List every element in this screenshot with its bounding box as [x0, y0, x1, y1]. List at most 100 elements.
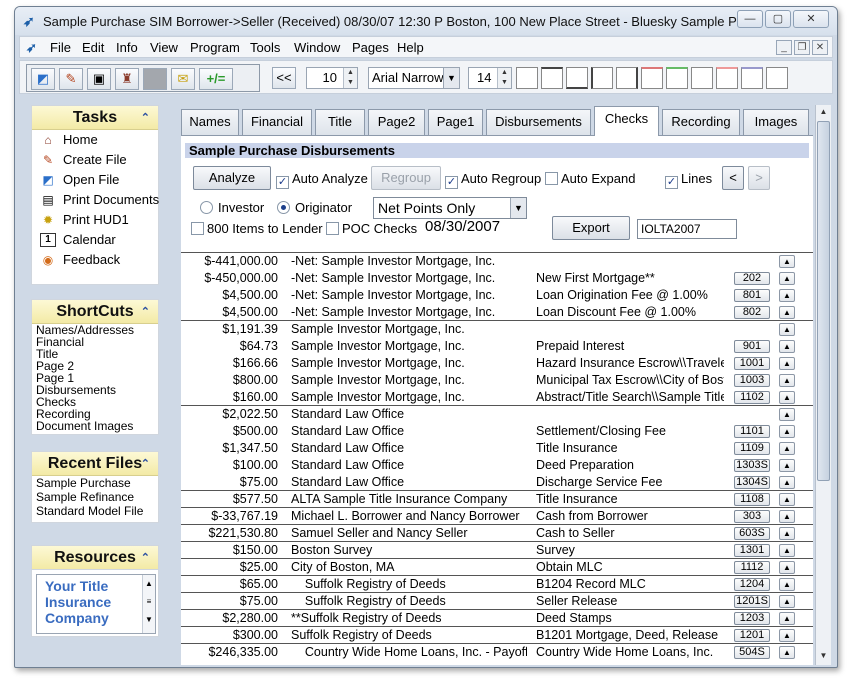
scroll-thumb[interactable] [817, 121, 830, 481]
regroup-button[interactable]: Regroup [371, 166, 441, 190]
border-blue-icon[interactable] [741, 67, 763, 89]
border-green-icon[interactable] [666, 67, 688, 89]
tasks-header[interactable]: Tasks ⌃ [32, 106, 158, 130]
ledger-row[interactable]: $64.73 Sample Investor Mortgage, Inc. Prep… [181, 338, 813, 355]
task-create-file[interactable]: ✎ Create File [32, 150, 158, 170]
border-left-icon[interactable] [591, 67, 613, 89]
ledger-row[interactable]: $577.50 ALTA Sample Title Insurance Compa… [181, 491, 813, 508]
recent-files-header[interactable]: Recent Files ⌃ [32, 452, 158, 476]
document-menu-icon[interactable]: ➶ [26, 40, 37, 56]
move-up-icon[interactable]: ▲ [779, 442, 795, 455]
create-file-icon[interactable]: ✎ [59, 68, 83, 90]
line-code-button[interactable]: 202 [734, 272, 770, 285]
line-code-button[interactable]: 1201 [734, 629, 770, 642]
menu-file[interactable]: File [50, 40, 71, 55]
move-up-icon[interactable]: ▲ [779, 272, 795, 285]
line-code-button[interactable]: 1102 [734, 391, 770, 404]
move-up-icon[interactable]: ▲ [779, 578, 795, 591]
ledger-row[interactable]: $2,022.50 Standard Law Office ▲ [181, 406, 813, 423]
collapse-icon[interactable]: ⌃ [141, 106, 150, 130]
line-code-button[interactable]: 603S [734, 527, 770, 540]
plus-equals-icon[interactable]: +/= [199, 68, 233, 90]
auto-regroup-checkbox[interactable]: ✓ Auto Regroup [445, 171, 541, 189]
gray-block-icon[interactable] [143, 68, 167, 90]
task-open-file[interactable]: ◩ Open File [32, 170, 158, 190]
previous-button[interactable]: < [722, 166, 744, 190]
task-feedback[interactable]: ◉ Feedback [32, 250, 158, 270]
line-code-button[interactable]: 802 [734, 306, 770, 319]
recent-file-item[interactable]: Sample Purchase [32, 476, 158, 490]
previous-page-button[interactable]: << [272, 67, 296, 89]
ledger-row[interactable]: $2,280.00 **Suffolk Registry of Deeds Deed… [181, 610, 813, 627]
task-print-hud1[interactable]: ✹ Print HUD1 [32, 210, 158, 230]
resources-listbox[interactable]: Your Title Insurance Company ▲ ≡ ▼ [36, 574, 156, 634]
task-calendar[interactable]: 1 Calendar [32, 230, 158, 250]
tab-page1[interactable]: Page1 [428, 109, 483, 135]
tab-financial[interactable]: Financial [242, 109, 312, 135]
move-up-icon[interactable]: ▲ [779, 408, 795, 421]
font-size-spinner[interactable]: 14 ▲ ▼ [468, 67, 512, 89]
auto-expand-checkbox[interactable]: Auto Expand [545, 171, 635, 187]
mdi-restore-button[interactable]: ❐ [794, 40, 810, 55]
tab-recording[interactable]: Recording [662, 109, 740, 135]
move-up-icon[interactable]: ▲ [779, 612, 795, 625]
ledger-row[interactable]: $160.00 Sample Investor Mortgage, Inc. Abs… [181, 389, 813, 406]
move-up-icon[interactable]: ▲ [779, 357, 795, 370]
menu-program[interactable]: Program [190, 40, 240, 55]
border-right-icon[interactable] [616, 67, 638, 89]
border-plain-icon[interactable] [691, 67, 713, 89]
binoculars-icon[interactable]: ♜ [115, 68, 139, 90]
task-print-documents[interactable]: ▤ Print Documents [32, 190, 159, 210]
recent-file-item[interactable]: Sample Refinance [32, 490, 158, 504]
line-code-button[interactable]: 1303S [734, 459, 770, 472]
minimize-button[interactable]: — [737, 10, 763, 28]
move-up-icon[interactable]: ▲ [779, 255, 795, 268]
collapse-icon[interactable]: ⌃ [141, 452, 150, 476]
tab-images[interactable]: Images [743, 109, 809, 135]
line-code-button[interactable]: 1001 [734, 357, 770, 370]
ledger-row[interactable]: $246,335.00 Country Wide Home Loans, Inc… [181, 644, 813, 661]
ledger-row[interactable]: $1,191.39 Sample Investor Mortgage, Inc. ▲ [181, 321, 813, 338]
title-bar[interactable]: ➶ Sample Purchase SIM Borrower->Seller (… [15, 7, 837, 35]
menu-info[interactable]: Info [116, 40, 138, 55]
line-code-button[interactable]: 1201S [734, 595, 770, 608]
tab-disbursements[interactable]: Disbursements [486, 109, 591, 135]
line-code-button[interactable]: 1204 [734, 578, 770, 591]
menu-pages[interactable]: Pages [352, 40, 389, 55]
next-button[interactable]: > [748, 166, 770, 190]
move-up-icon[interactable]: ▲ [779, 391, 795, 404]
export-button[interactable]: Export [552, 216, 630, 240]
account-field[interactable]: IOLTA2007 [637, 219, 737, 239]
note-icon[interactable]: ✉ [171, 68, 195, 90]
border-none-icon[interactable] [516, 67, 538, 89]
line-code-button[interactable]: 1112 [734, 561, 770, 574]
ledger-row[interactable]: $65.00 Suffolk Registry of Deeds B1204 Re… [181, 576, 813, 593]
font-family-select[interactable]: Arial Narrow ▼ [368, 67, 460, 89]
ledger-row[interactable]: $4,500.00 -Net: Sample Investor Mortgage,… [181, 287, 813, 304]
line-code-button[interactable]: 504S [734, 646, 770, 659]
ledger-row[interactable]: $-441,000.00 -Net: Sample Investor Mortga… [181, 253, 813, 270]
line-code-button[interactable]: 1203 [734, 612, 770, 625]
line-code-button[interactable]: 1003 [734, 374, 770, 387]
border-box-icon[interactable] [766, 67, 788, 89]
line-code-button[interactable]: 303 [734, 510, 770, 523]
line-code-button[interactable]: 1109 [734, 442, 770, 455]
move-up-icon[interactable]: ▲ [779, 425, 795, 438]
ledger-row[interactable]: $75.00 Suffolk Registry of Deeds Seller R… [181, 593, 813, 610]
mdi-minimize-button[interactable]: _ [776, 40, 792, 55]
resources-scrollbar[interactable]: ▲ ≡ ▼ [142, 575, 155, 633]
ledger-row[interactable]: $-33,767.19 Michael L. Borrower and Nancy… [181, 508, 813, 525]
move-up-icon[interactable]: ▲ [779, 493, 795, 506]
maximize-button[interactable]: ▢ [765, 10, 791, 28]
net-points-select[interactable]: Net Points Only ▼ [373, 197, 527, 219]
mdi-close-button[interactable]: ✕ [812, 40, 828, 55]
move-up-icon[interactable]: ▲ [779, 374, 795, 387]
border-bottom-icon[interactable] [566, 67, 588, 89]
move-up-icon[interactable]: ▲ [779, 476, 795, 489]
ledger-row[interactable]: $-450,000.00 -Net: Sample Investor Mortga… [181, 270, 813, 287]
menu-help[interactable]: Help [397, 40, 424, 55]
resources-link[interactable]: Your Title Insurance Company [45, 578, 135, 626]
analyze-button[interactable]: Analyze [193, 166, 271, 190]
ledger-row[interactable]: $166.66 Sample Investor Mortgage, Inc. Haz… [181, 355, 813, 372]
tab-title[interactable]: Title [315, 109, 365, 135]
